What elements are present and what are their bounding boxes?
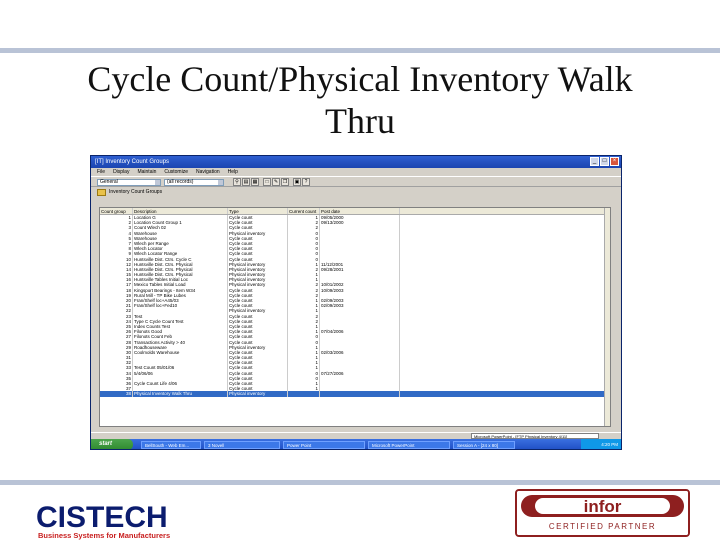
cell-post-date [320, 391, 400, 397]
cell-description: Physical Inventory Walk Thru [133, 391, 228, 397]
slide-title-line1: Cycle Count/Physical Inventory Walk [87, 59, 633, 99]
status-bar: Microsoft PowerPoint - [FTP Physical Inv… [91, 432, 621, 439]
table-header: Count group Description Type Current cou… [100, 208, 610, 215]
chevron-down-icon [155, 180, 160, 185]
cell-spacer [400, 391, 610, 396]
taskbar-item[interactable]: Microsoft PowerPoint [368, 440, 450, 449]
new-icon[interactable]: □ [263, 178, 271, 186]
top-divider [0, 48, 720, 53]
infor-certified-partner-logo: infor CERTIFIED PARTNER [515, 489, 690, 537]
folder-icon[interactable] [97, 189, 106, 196]
column-header-current-count[interactable]: Current count [288, 208, 320, 214]
window-title: [IT] Inventory Count Groups [95, 159, 170, 165]
cistech-tagline: Business Systems for Manufacturers [38, 531, 171, 540]
edit-icon[interactable]: ✎ [272, 178, 280, 186]
toolbar: General (all records) ⚲ ▤ ▦ □ ✎ ❐ ▣ ? [91, 177, 621, 187]
taskbar-item[interactable]: Power Point [283, 440, 365, 449]
menu-display[interactable]: Display [113, 168, 129, 176]
count-groups-table: Count group Description Type Current cou… [99, 207, 611, 427]
cistech-wordmark: CISTECH [36, 501, 168, 534]
column-header-count-group[interactable]: Count group [100, 208, 133, 214]
table-row[interactable]: 38 Physical Inventory Walk Thru Physical i… [100, 391, 610, 397]
slide-title: Cycle Count/Physical Inventory Walk Thru [20, 58, 700, 142]
infor-logo-graphic: infor CERTIFIED PARTNER [517, 491, 688, 535]
table-body: 1 Location G Cycle count 1 09/05/2000 2 Locati… [100, 215, 610, 397]
chevron-down-icon [218, 180, 223, 185]
minimize-icon[interactable]: _ [590, 157, 599, 166]
column-header-spacer [400, 208, 610, 214]
system-tray-clock: 4:20 PM [581, 439, 621, 449]
vertical-scrollbar[interactable] [604, 208, 610, 426]
close-icon[interactable]: × [610, 157, 619, 166]
column-header-description[interactable]: Description [133, 208, 228, 214]
grid-icon[interactable]: ▦ [251, 178, 259, 186]
inventory-count-groups-window: [IT] Inventory Count Groups _ □ × File D… [90, 155, 622, 450]
subtoolbar-label: Inventory Count Groups [109, 189, 163, 195]
bottom-divider [0, 480, 720, 485]
menu-file[interactable]: File [97, 168, 105, 176]
menu-maintain[interactable]: Maintain [137, 168, 156, 176]
taskbar-item[interactable]: BellSouth - Web Em... [141, 440, 201, 449]
menu-help[interactable]: Help [228, 168, 238, 176]
column-header-type[interactable]: Type [228, 208, 288, 214]
filter-select[interactable]: (all records) [164, 179, 224, 186]
taskbar-item[interactable]: 3 Novell [204, 440, 280, 449]
view-select-value: General [100, 179, 118, 185]
cistech-logo: CISTECH Business Systems for Manufacture… [36, 500, 201, 540]
cell-current-count [288, 391, 320, 397]
view-select[interactable]: General [97, 179, 161, 186]
menu-navigation[interactable]: Navigation [196, 168, 220, 176]
start-button[interactable]: start [91, 439, 133, 449]
slide-title-line2: Thru [325, 101, 395, 141]
windows-taskbar: start BellSouth - Web Em... 3 Novell Pow… [91, 439, 621, 449]
binoculars-icon[interactable]: ⚲ [233, 178, 241, 186]
infor-tagline: CERTIFIED PARTNER [549, 522, 656, 531]
window-titlebar[interactable]: [IT] Inventory Count Groups _ □ × [91, 156, 621, 168]
infor-wordmark: infor [584, 497, 622, 516]
menu-bar: File Display Maintain Customize Navigati… [91, 168, 621, 177]
filter-select-value: (all records) [167, 179, 194, 185]
maximize-icon[interactable]: □ [600, 157, 609, 166]
cell-type: Physical inventory [228, 391, 288, 397]
column-header-post-date[interactable]: Post date [320, 208, 400, 214]
menu-customize[interactable]: Customize [164, 168, 188, 176]
cell-count-group: 38 [100, 391, 133, 397]
taskbar-item[interactable]: Session A - [24 x 80] [453, 440, 515, 449]
print-icon[interactable]: ▣ [293, 178, 301, 186]
copy-icon[interactable]: ❐ [281, 178, 289, 186]
sub-toolbar: Inventory Count Groups [91, 187, 621, 198]
help-icon[interactable]: ? [302, 178, 310, 186]
open-icon[interactable]: ▤ [242, 178, 250, 186]
